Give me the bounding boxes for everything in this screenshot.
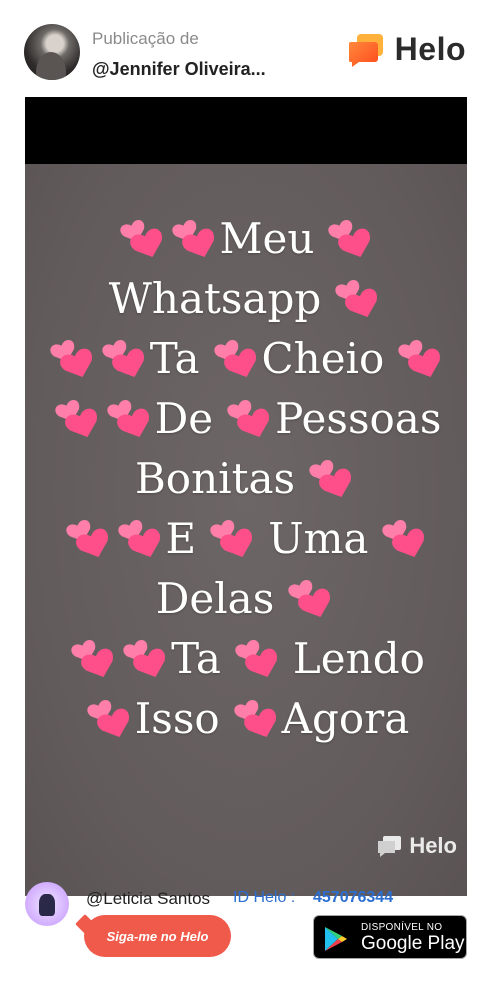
brand-name: Helo — [394, 31, 466, 67]
publication-label: Publicação de — [92, 29, 199, 48]
two-hearts-icon — [55, 400, 97, 438]
google-play-icon — [325, 927, 347, 951]
two-hearts-icon — [102, 340, 144, 378]
post-word: Cheio — [261, 334, 385, 383]
two-hearts-icon — [87, 700, 129, 738]
two-hearts-icon — [309, 460, 352, 498]
post-word: E — [165, 514, 197, 563]
two-hearts-icon — [123, 640, 166, 678]
id-value: 457076344 — [313, 889, 394, 906]
two-hearts-icon — [210, 520, 253, 558]
follow-button[interactable]: Siga-me no Helo — [84, 915, 231, 957]
two-hearts-icon — [227, 400, 270, 438]
two-hearts-icon — [172, 220, 214, 258]
two-hearts-icon — [235, 640, 277, 678]
creator-avatar[interactable] — [25, 882, 69, 926]
post-word: Bonitas — [134, 454, 296, 503]
post-video[interactable]: Meu Whatsapp Ta Cheio De Pessoas Bonitas E Uma De… — [25, 97, 467, 896]
post-text-line: Bonitas — [135, 449, 357, 509]
post-word: Whatsapp — [108, 274, 322, 323]
helo-watermark: Helo — [377, 833, 457, 859]
post-word: Pessoas — [275, 394, 442, 443]
post-footer: @Leticia Santos ID Helo : 457076344 Siga… — [0, 865, 480, 984]
two-hearts-icon — [398, 340, 441, 378]
store-small-label: DISPONÍVEL NO — [361, 922, 443, 933]
two-hearts-icon — [335, 280, 378, 318]
helo-logo: Helo — [348, 31, 466, 68]
two-hearts-icon — [107, 400, 149, 438]
post-word: Meu — [219, 214, 315, 263]
post-text-line: Ta Lendo — [67, 629, 425, 689]
post-word: Agora — [281, 694, 410, 743]
post-word: Delas — [155, 574, 275, 623]
two-hearts-icon — [213, 340, 256, 378]
two-hearts-icon — [288, 580, 331, 618]
id-label: ID Helo : — [233, 889, 296, 906]
post-header: Publicação de @Jennifer Oliveira... Helo — [0, 0, 480, 97]
post-text-line: Isso Agora — [83, 689, 410, 749]
two-hearts-icon — [50, 340, 92, 378]
store-name: Google Play — [361, 933, 465, 954]
two-hearts-icon — [120, 220, 162, 258]
post-text-line: Delas — [156, 569, 337, 629]
post-word: Ta — [171, 634, 221, 683]
watermark-text: Helo — [409, 833, 457, 858]
helo-logo-icon — [348, 33, 383, 67]
two-hearts-icon — [328, 220, 371, 258]
post-word: Ta — [149, 334, 200, 383]
two-hearts-icon — [382, 520, 425, 558]
post-text-line: Ta Cheio — [46, 329, 447, 389]
author-avatar[interactable] — [24, 24, 80, 80]
post-text-line: De Pessoas — [51, 389, 442, 449]
post-text-line: Meu — [116, 209, 377, 269]
author-username[interactable]: @Jennifer Oliveira... — [92, 59, 312, 80]
two-hearts-icon — [118, 520, 160, 558]
post-word: Uma — [268, 514, 369, 563]
post-text-line: Whatsapp — [109, 269, 384, 329]
watermark-icon — [378, 836, 402, 857]
video-frame: Meu Whatsapp Ta Cheio De Pessoas Bonitas E Uma De… — [25, 164, 467, 896]
post-text: Meu Whatsapp Ta Cheio De Pessoas Bonitas E Uma De… — [25, 209, 467, 749]
post-word: Lendo — [292, 634, 425, 683]
two-hearts-icon — [66, 520, 108, 558]
two-hearts-icon — [71, 640, 114, 678]
post-word: Isso — [134, 694, 220, 743]
post-word: De — [154, 394, 214, 443]
creator-username[interactable]: @Leticia Santos — [86, 889, 210, 909]
two-hearts-icon — [234, 700, 276, 738]
post-text-line: E Uma — [62, 509, 431, 569]
google-play-badge[interactable]: DISPONÍVEL NO Google Play — [313, 915, 467, 959]
